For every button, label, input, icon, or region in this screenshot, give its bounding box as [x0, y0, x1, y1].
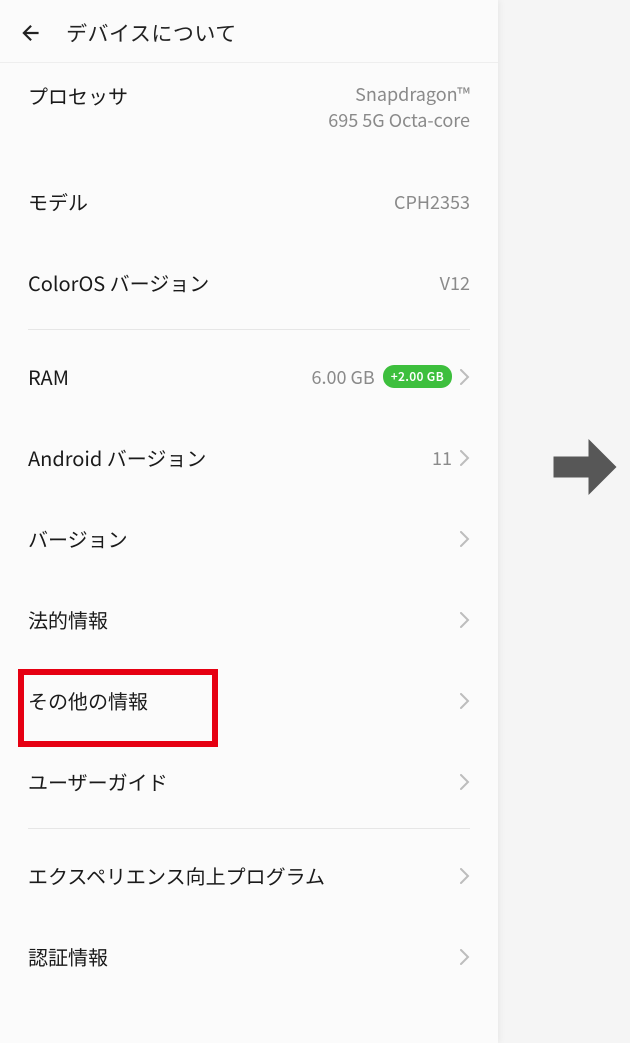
settings-row[interactable]: エクスペリエンス向上プログラム: [28, 835, 470, 916]
chevron-right-icon: [460, 693, 470, 709]
row-tail: 11: [432, 445, 470, 471]
row-tail: [460, 868, 470, 884]
settings-row: プロセッサ Snapdragon™695 5G Octa-core: [28, 63, 470, 161]
row-label: RAM: [28, 362, 69, 391]
back-icon[interactable]: [18, 20, 44, 46]
row-tail: [460, 949, 470, 965]
divider: [28, 828, 470, 829]
row-label: プロセッサ: [28, 81, 128, 110]
settings-row: ColorOS バージョン V12: [28, 242, 470, 323]
chevron-right-icon: [460, 612, 470, 628]
chevron-right-icon: [460, 531, 470, 547]
settings-row[interactable]: バージョン: [28, 498, 470, 579]
row-label: その他の情報: [28, 686, 148, 715]
chevron-right-icon: [460, 450, 470, 466]
settings-row[interactable]: 認証情報: [28, 916, 470, 997]
row-value: 11: [432, 445, 452, 471]
settings-row: モデル CPH2353: [28, 161, 470, 242]
settings-row[interactable]: RAM 6.00 GB +2.00 GB: [28, 336, 470, 417]
row-label: モデル: [28, 187, 88, 216]
row-tail: [460, 612, 470, 628]
row-tail: V12: [440, 270, 470, 296]
row-label: 法的情報: [28, 605, 108, 634]
settings-row[interactable]: ユーザーガイド: [28, 741, 470, 822]
row-value: 6.00 GB: [311, 364, 374, 390]
chevron-right-icon: [460, 774, 470, 790]
row-label: バージョン: [28, 524, 128, 553]
row-tail: [460, 774, 470, 790]
chevron-right-icon: [460, 949, 470, 965]
divider: [28, 329, 470, 330]
row-value: V12: [440, 270, 470, 296]
settings-row[interactable]: その他の情報: [28, 660, 470, 741]
settings-row[interactable]: 法的情報: [28, 579, 470, 660]
row-tail: CPH2353: [394, 189, 470, 215]
row-label: エクスペリエンス向上プログラム: [28, 861, 325, 890]
row-value: CPH2353: [394, 189, 470, 215]
row-label: ユーザーガイド: [28, 767, 168, 796]
header: デバイスについて: [0, 0, 498, 63]
row-label: 認証情報: [28, 942, 108, 971]
device-about-screen: デバイスについて プロセッサ Snapdragon™695 5G Octa-cor…: [0, 0, 498, 1043]
row-tail: [460, 531, 470, 547]
settings-row[interactable]: Android バージョン 11: [28, 417, 470, 498]
row-value: Snapdragon™695 5G Octa-core: [328, 81, 470, 133]
chevron-right-icon: [460, 369, 470, 385]
chevron-right-icon: [460, 868, 470, 884]
page-title: デバイスについて: [66, 18, 237, 48]
row-label: ColorOS バージョン: [28, 268, 209, 297]
row-tail: 6.00 GB +2.00 GB: [311, 364, 470, 390]
row-label: Android バージョン: [28, 443, 206, 472]
row-tail: Snapdragon™695 5G Octa-core: [328, 81, 470, 133]
rows-container: プロセッサ Snapdragon™695 5G Octa-core モデル CPH23…: [0, 63, 498, 997]
arrow-right-icon: [550, 432, 620, 502]
row-tail: [460, 693, 470, 709]
ram-expansion-badge: +2.00 GB: [383, 365, 452, 388]
